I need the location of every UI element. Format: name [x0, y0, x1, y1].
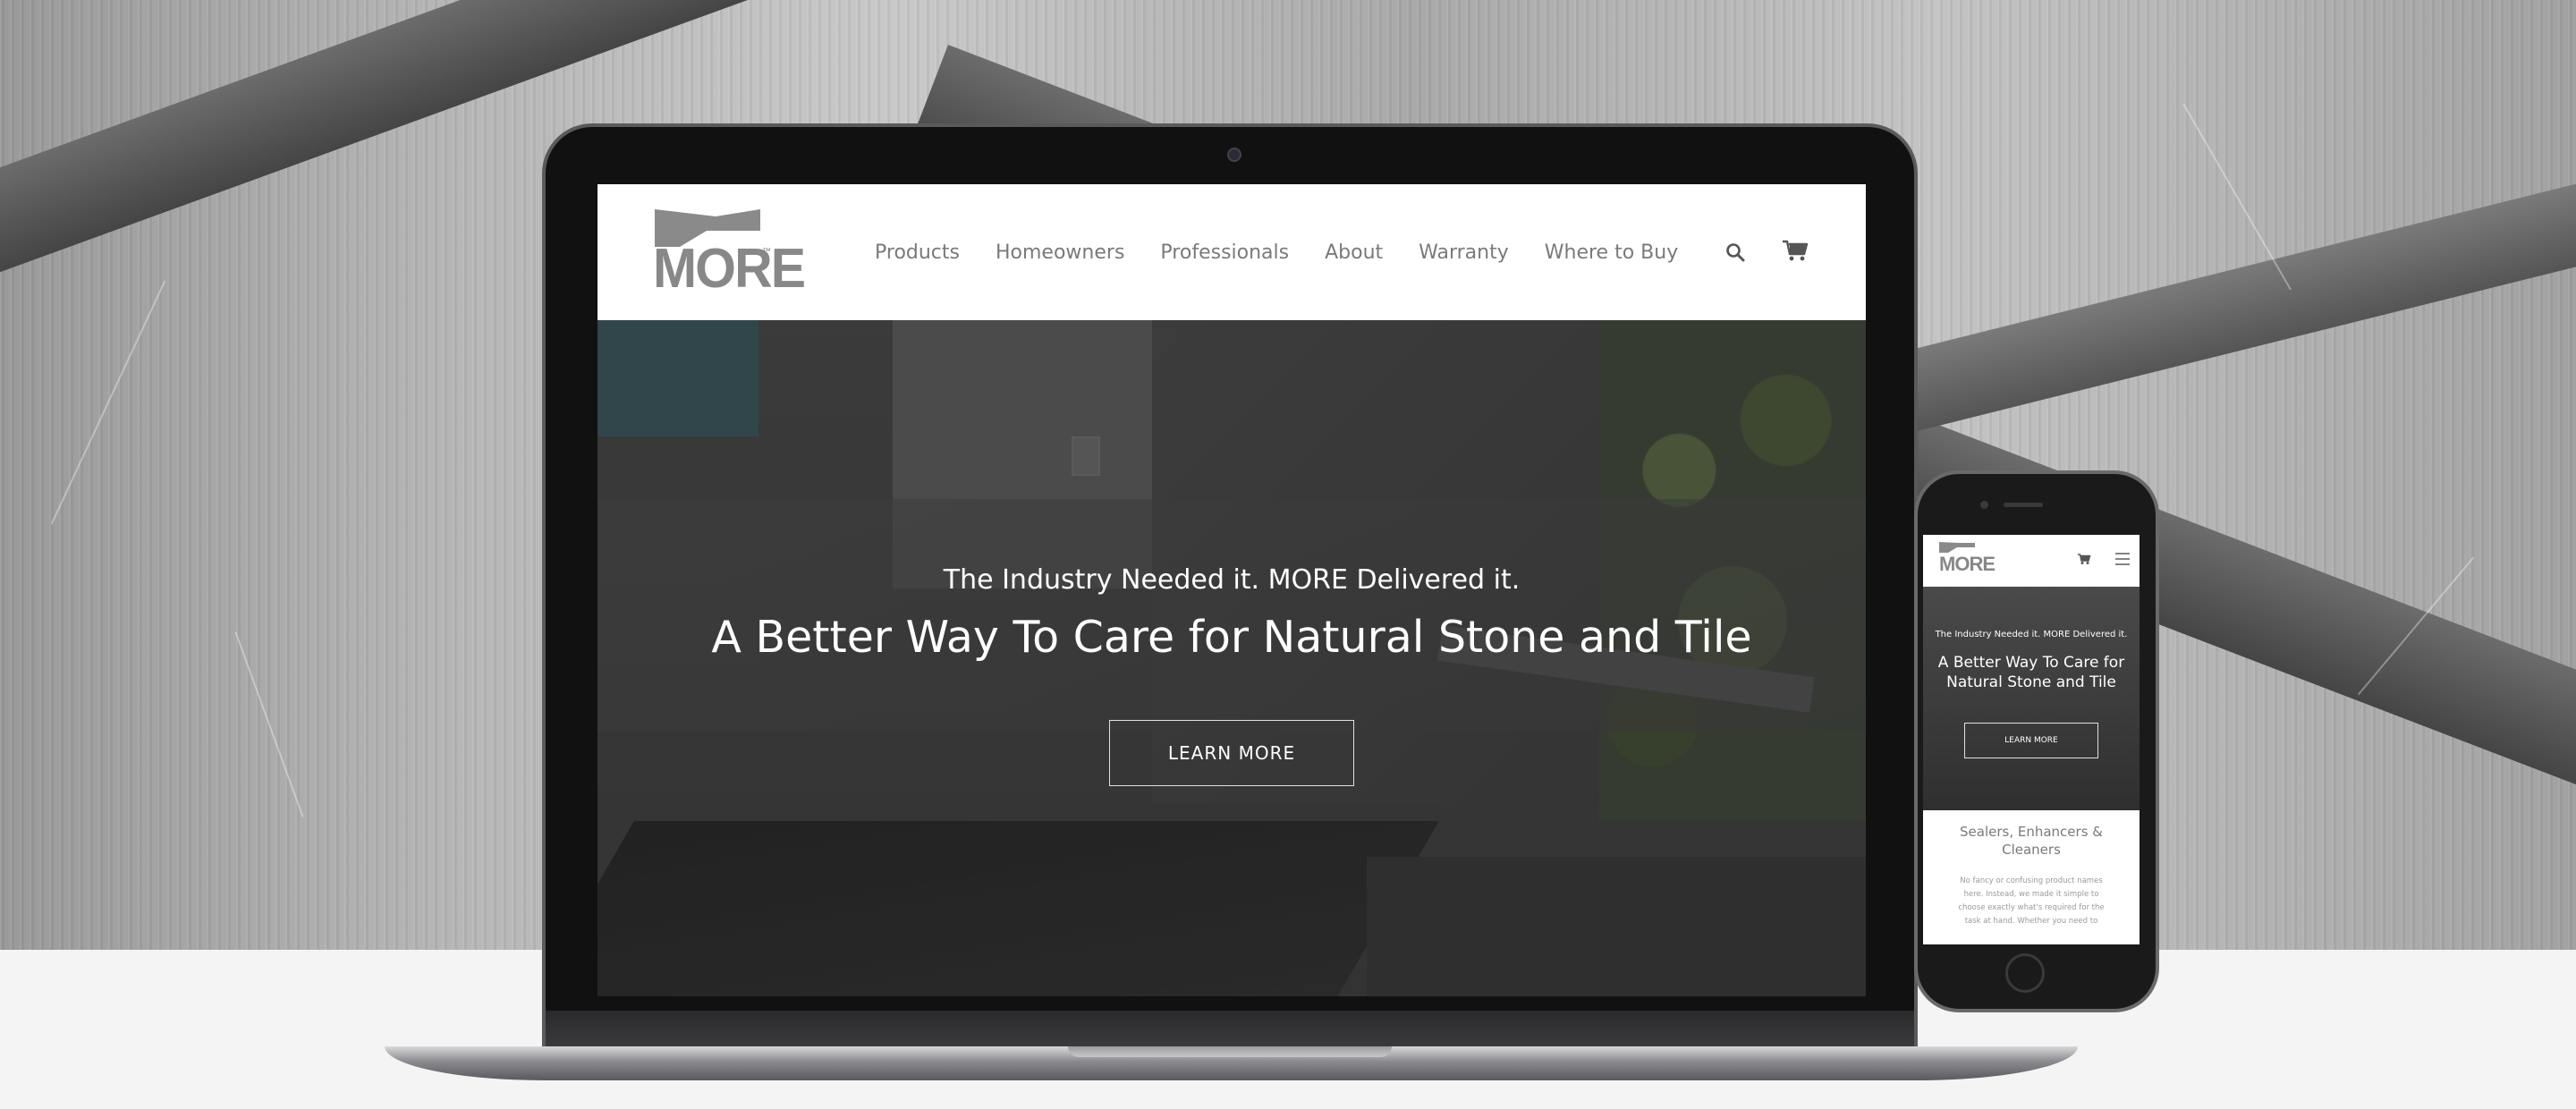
logo-mark-icon [1939, 542, 1975, 553]
mobile-learn-more-button[interactable]: LEARN MORE [1964, 723, 2098, 758]
nav-item-professionals[interactable]: Professionals [1160, 241, 1289, 264]
hamburger-menu-icon[interactable] [2114, 551, 2131, 567]
mobile-hero-title: A Better Way To Care for Natural Stone a… [1937, 654, 2125, 691]
mobile-hero: The Industry Needed it. MORE Delivered i… [1923, 587, 2140, 810]
nav-item-homeowners[interactable]: Homeowners [996, 241, 1124, 264]
phone-screen: MORE The Industry Needed it. MORE Delive… [1923, 535, 2140, 944]
phone-camera [1980, 501, 1988, 509]
nav-item-where-to-buy[interactable]: Where to Buy [1545, 241, 1678, 264]
phone-home-button [2005, 953, 2045, 993]
search-icon[interactable] [1724, 241, 1746, 263]
nav-item-warranty[interactable]: Warranty [1419, 241, 1509, 264]
hero-subtitle: The Industry Needed it. MORE Delivered i… [943, 564, 1521, 596]
mobile-section-title: Sealers, Enhancers & Cleaners [1960, 824, 2103, 858]
logo-text: MORE [653, 238, 806, 300]
main-nav: Products Homeowners Professionals About … [875, 184, 1714, 320]
mobile-hero-subtitle: The Industry Needed it. MORE Delivered i… [1935, 630, 2128, 639]
site-header: MORE ™ Products Homeowners Professionals… [597, 184, 1866, 320]
laptop-notch [1068, 1046, 1392, 1057]
brand-logo[interactable]: MORE ™ [653, 207, 806, 301]
cart-icon[interactable] [1782, 238, 1809, 263]
laptop-chin [546, 1011, 1914, 1048]
cart-icon[interactable] [2077, 553, 2091, 565]
nav-item-products[interactable]: Products [875, 241, 960, 264]
backdrop-beam [1807, 181, 2576, 454]
mobile-header: MORE [1923, 535, 2140, 587]
nav-item-about[interactable]: About [1325, 241, 1383, 264]
hero-section: The Industry Needed it. MORE Delivered i… [597, 320, 1866, 996]
phone-speaker [2004, 503, 2043, 507]
mobile-section-body: No fancy or confusing product names here… [1958, 876, 2105, 926]
laptop-screen: MORE ™ Products Homeowners Professionals… [597, 184, 1866, 996]
mobile-logo-text[interactable]: MORE [1939, 553, 1996, 576]
laptop-camera [1227, 148, 1241, 162]
hero-title: A Better Way To Care for Natural Stone a… [711, 612, 1752, 663]
trademark-symbol: ™ [762, 247, 771, 257]
learn-more-button[interactable]: LEARN MORE [1109, 720, 1354, 786]
